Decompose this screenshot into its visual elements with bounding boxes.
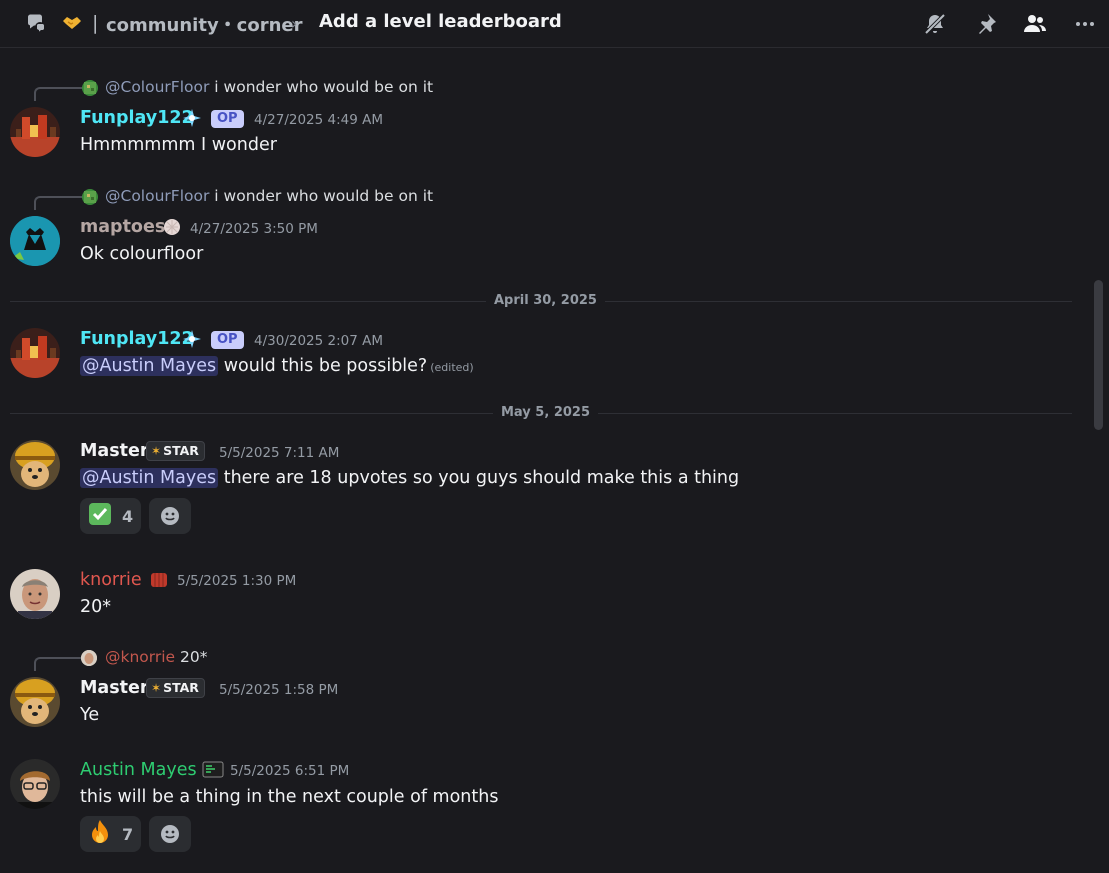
check-mark-icon bbox=[88, 502, 112, 531]
badge-label: STAR bbox=[163, 680, 199, 695]
avatar[interactable] bbox=[10, 677, 60, 727]
date-divider-label: April 30, 2025 bbox=[486, 293, 605, 308]
timestamp[interactable]: 5/5/2025 6:51 PM bbox=[230, 763, 349, 779]
op-badge: OP bbox=[211, 331, 244, 349]
message-content: Ok colourfloor bbox=[80, 244, 204, 264]
reaction-count: 4 bbox=[122, 506, 134, 526]
reply-snippet: i wonder who would be on it bbox=[214, 187, 434, 205]
channel-name[interactable]: community・corner bbox=[106, 11, 303, 37]
user-mention[interactable]: @Austin Mayes bbox=[80, 468, 219, 488]
timestamp[interactable]: 5/5/2025 1:30 PM bbox=[177, 573, 296, 589]
message-content: @Austin Mayes there are 18 upvotes so yo… bbox=[80, 468, 739, 488]
reply-avatar bbox=[82, 189, 98, 205]
red-block-icon bbox=[149, 570, 169, 590]
author-name[interactable]: Funplay122 bbox=[80, 108, 194, 128]
author-name[interactable]: Austin Mayes bbox=[80, 760, 197, 780]
breadcrumb-chevron-icon: › bbox=[291, 14, 298, 33]
pin-icon[interactable] bbox=[972, 10, 1000, 38]
sparkle-icon bbox=[181, 329, 201, 349]
add-reaction-button[interactable] bbox=[149, 816, 191, 852]
author-name[interactable]: maptoes bbox=[80, 217, 165, 237]
fire-icon bbox=[88, 819, 112, 850]
thread-icon[interactable] bbox=[24, 12, 48, 36]
message-content: Ye bbox=[80, 705, 100, 725]
message-content: @Austin Mayes would this be possible? (ed… bbox=[80, 356, 474, 376]
op-badge: OP bbox=[211, 110, 244, 128]
terminal-icon bbox=[202, 760, 224, 780]
members-icon[interactable] bbox=[1021, 10, 1049, 38]
message-content: this will be a thing in the next couple … bbox=[80, 787, 499, 807]
avatar[interactable] bbox=[10, 328, 60, 378]
message-text: would this be possible? bbox=[223, 356, 428, 376]
reply-connector bbox=[34, 87, 82, 101]
add-reaction-button[interactable] bbox=[149, 498, 191, 534]
avatar[interactable] bbox=[10, 569, 60, 619]
reply-avatar bbox=[81, 650, 97, 666]
reply-author[interactable]: @knorrie bbox=[105, 648, 175, 666]
reply-author[interactable]: @ColourFloor bbox=[105, 187, 209, 205]
message-text: there are 18 upvotes so you guys should … bbox=[223, 468, 740, 488]
reply-connector bbox=[34, 196, 82, 210]
avatar[interactable] bbox=[10, 216, 60, 266]
reaction-count: 7 bbox=[122, 824, 134, 844]
shell-icon bbox=[162, 217, 182, 237]
avatar[interactable] bbox=[10, 107, 60, 157]
header-separator: | bbox=[92, 12, 99, 34]
thread-title: Add a level leaderboard bbox=[319, 11, 562, 32]
scrollbar-thumb[interactable] bbox=[1094, 280, 1103, 430]
timestamp[interactable]: 4/30/2025 2:07 AM bbox=[254, 333, 383, 349]
flame-icon: ✶ bbox=[151, 681, 162, 695]
reaction-pill[interactable]: 4 bbox=[80, 498, 142, 534]
reply-snippet: i wonder who would be on it bbox=[214, 78, 434, 96]
flame-icon: ✶ bbox=[151, 444, 162, 458]
message-content: Hmmmmmm I wonder bbox=[80, 135, 277, 155]
star-badge: ✶ STAR bbox=[146, 441, 205, 461]
edited-label: (edited) bbox=[430, 361, 474, 374]
user-mention[interactable]: @Austin Mayes bbox=[80, 356, 219, 376]
timestamp[interactable]: 5/5/2025 7:11 AM bbox=[219, 445, 339, 461]
reply-author[interactable]: @ColourFloor bbox=[105, 78, 209, 96]
avatar[interactable] bbox=[10, 440, 60, 490]
timestamp[interactable]: 4/27/2025 4:49 AM bbox=[254, 112, 383, 128]
reaction-pill[interactable]: 7 bbox=[80, 816, 142, 852]
reply-snippet: 20* bbox=[180, 648, 208, 666]
reply-connector bbox=[34, 657, 82, 671]
author-name[interactable]: Master bbox=[80, 441, 149, 461]
reply-avatar bbox=[82, 80, 98, 96]
avatar[interactable] bbox=[10, 759, 60, 809]
reply-preview[interactable]: @knorrie 20* bbox=[105, 648, 208, 666]
sparkle-icon bbox=[181, 108, 201, 128]
handshake-icon bbox=[61, 12, 83, 34]
star-badge: ✶ STAR bbox=[146, 678, 205, 698]
badge-label: STAR bbox=[163, 443, 199, 458]
author-name[interactable]: Funplay122 bbox=[80, 329, 194, 349]
date-divider-label: May 5, 2025 bbox=[493, 405, 599, 420]
mute-bell-icon[interactable] bbox=[921, 10, 949, 38]
more-icon[interactable] bbox=[1071, 10, 1099, 38]
thread-header: | community・corner › Add a level leaderb… bbox=[0, 0, 1109, 48]
reply-preview[interactable]: @ColourFloor i wonder who would be on it bbox=[105, 187, 433, 205]
timestamp[interactable]: 4/27/2025 3:50 PM bbox=[190, 221, 318, 237]
reply-preview[interactable]: @ColourFloor i wonder who would be on it bbox=[105, 78, 433, 96]
timestamp[interactable]: 5/5/2025 1:58 PM bbox=[219, 682, 338, 698]
author-name[interactable]: Master bbox=[80, 678, 149, 698]
author-name[interactable]: knorrie bbox=[80, 570, 142, 590]
message-content: 20* bbox=[80, 597, 112, 617]
